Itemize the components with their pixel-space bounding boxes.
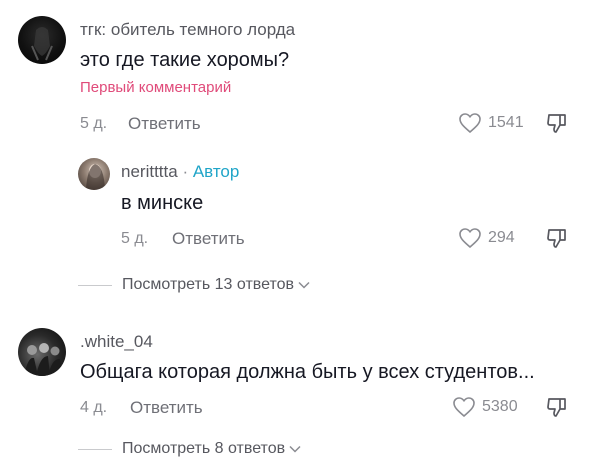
dislike-button[interactable] [545, 226, 569, 250]
reply-button[interactable]: Ответить [128, 114, 201, 134]
thumb-down-icon [547, 114, 566, 133]
reply-time: 5 д. [121, 230, 149, 247]
avatar-image [24, 343, 64, 376]
like-button[interactable]: 5380 [452, 396, 518, 418]
like-count: 294 [488, 229, 515, 246]
comment-username[interactable]: .white_04 [80, 332, 153, 352]
comments-panel: тгк: обитель темного лорда это где такие… [0, 0, 590, 473]
reply-username[interactable]: neritttta [121, 162, 178, 181]
dislike-button[interactable] [545, 395, 569, 419]
comment-text: Общага которая должна быть у всех студен… [80, 361, 535, 383]
avatar-image [31, 27, 53, 61]
avatar-image [86, 164, 105, 190]
author-avatar[interactable] [78, 158, 110, 190]
chevron-down-icon [298, 281, 310, 289]
like-button[interactable]: 294 [458, 227, 515, 249]
reply-username-line: neritttta · Автор [121, 162, 239, 182]
thumb-down-icon [547, 398, 566, 417]
divider-line [78, 448, 112, 450]
comment-time: 5 д. [80, 115, 108, 132]
reply-button[interactable]: Ответить [130, 398, 203, 418]
chevron-down-icon [289, 445, 301, 453]
view-replies-label: Посмотреть 13 ответов [122, 276, 294, 293]
view-replies-label: Посмотреть 8 ответов [122, 440, 286, 457]
like-count: 1541 [488, 114, 524, 131]
author-badge: Автор [192, 162, 240, 181]
comment-text: это где такие хоромы? [80, 49, 290, 71]
divider-line [78, 284, 112, 286]
like-button[interactable]: 1541 [458, 112, 524, 134]
reply-button[interactable]: Ответить [172, 229, 245, 249]
like-count: 5380 [482, 398, 518, 415]
heart-icon [459, 228, 481, 249]
heart-icon [453, 397, 475, 418]
view-replies-button[interactable]: Посмотреть 13 ответов [78, 276, 310, 294]
user-avatar[interactable] [18, 328, 66, 376]
reply-text: в минске [121, 192, 204, 214]
comment-time: 4 д. [80, 399, 108, 416]
heart-icon [459, 113, 481, 134]
dislike-button[interactable] [545, 111, 569, 135]
thumb-down-icon [547, 229, 566, 248]
first-comment-label: Первый комментарий [80, 79, 232, 96]
user-avatar[interactable] [18, 16, 66, 64]
comment-username[interactable]: тгк: обитель темного лорда [80, 20, 295, 40]
view-replies-button[interactable]: Посмотреть 8 ответов [78, 440, 301, 458]
separator-dot: · [182, 162, 189, 181]
